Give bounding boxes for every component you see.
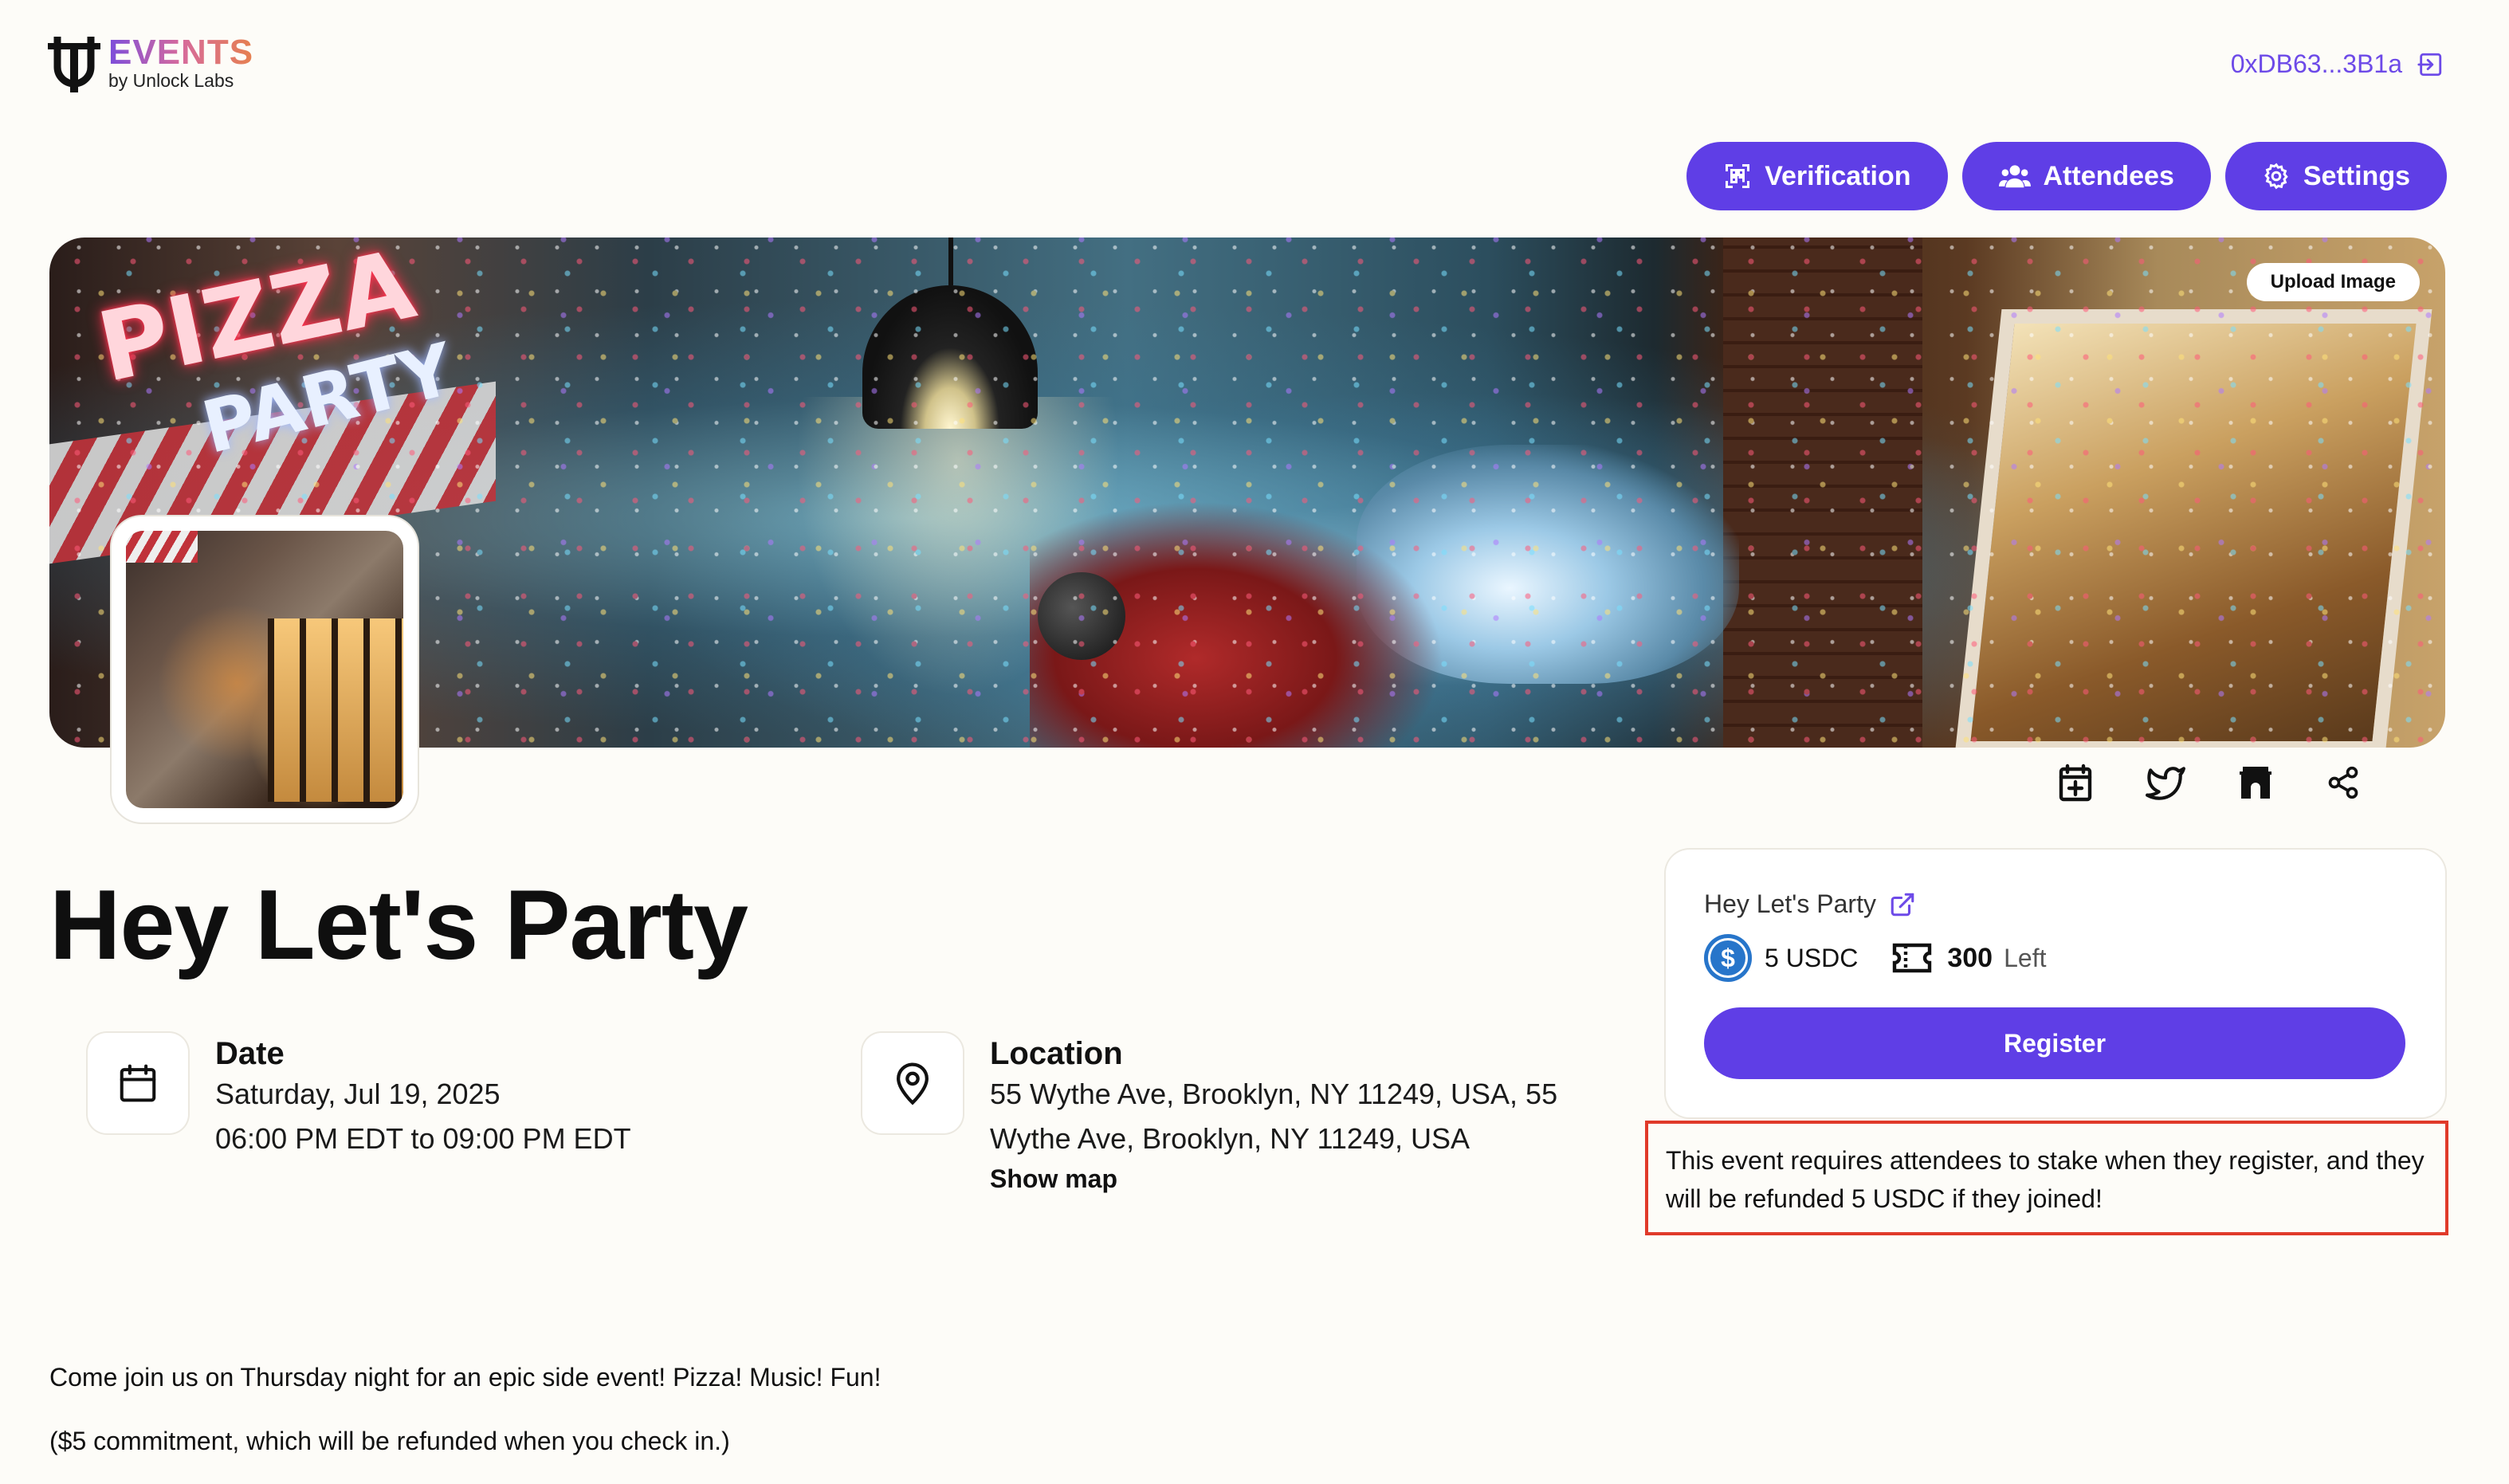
share-farcaster-button[interactable] (2236, 764, 2275, 802)
app-logo[interactable]: EVENTS by Unlock Labs (48, 35, 253, 92)
settings-label: Settings (2303, 160, 2410, 191)
date-label: Date (215, 1036, 285, 1071)
wallet-address: 0xDB63...3B1a (2230, 49, 2402, 78)
location-label: Location (990, 1036, 1123, 1071)
qr-scan-icon (1726, 164, 1750, 188)
event-actions (2056, 764, 2361, 802)
twitter-icon (2146, 767, 2185, 800)
settings-button[interactable]: Settings (2224, 142, 2447, 210)
event-title: Hey Let's Party (49, 870, 748, 980)
farcaster-icon (2240, 767, 2271, 799)
logo-title: EVENTS (108, 33, 254, 72)
tickets-remaining: 300 (1947, 942, 1993, 973)
add-to-calendar-button[interactable] (2056, 764, 2095, 802)
stake-refund-notice: This event requires attendees to stake w… (1645, 1121, 2448, 1235)
verification-button[interactable]: Verification (1686, 142, 1948, 210)
share-icon (2328, 766, 2358, 799)
show-map-link[interactable]: Show map (990, 1164, 1557, 1194)
logout-icon (2417, 53, 2442, 76)
gear-icon (2264, 163, 2288, 190)
logo-subtitle: by Unlock Labs (108, 70, 234, 91)
tickets-remaining-label: Left (2004, 943, 2047, 972)
time-value: 06:00 PM EDT to 09:00 PM EDT (215, 1122, 631, 1155)
verification-label: Verification (1765, 160, 1911, 191)
ticket-price: 5 USDC (1765, 943, 1859, 972)
ticket-name: Hey Let's Party (1704, 889, 1876, 918)
calendar-icon (120, 1064, 156, 1102)
users-icon (1998, 165, 2031, 188)
attendees-button[interactable]: Attendees (1961, 142, 2211, 210)
attendees-label: Attendees (2043, 160, 2174, 191)
event-thumbnail (112, 516, 418, 822)
description-line-1: Come join us on Thursday night for an ep… (49, 1363, 881, 1392)
event-toolbar: Verification Attendees Settings (1686, 142, 2447, 210)
description-line-2: ($5 commitment, which will be refunded w… (49, 1427, 730, 1455)
ticket-icon (1893, 943, 1932, 973)
event-location-block: Location 55 Wythe Ave, Brooklyn, NY 1124… (862, 1033, 1557, 1194)
event-date-block: Date Saturday, Jul 19, 2025 06:00 PM EDT… (88, 1033, 631, 1161)
upload-image-button[interactable]: Upload Image (2246, 263, 2420, 301)
ticket-meta: $ 5 USDC 300 Left (1704, 934, 2046, 982)
share-twitter-button[interactable] (2146, 764, 2185, 802)
external-link-icon (1891, 893, 1914, 916)
location-line-1: 55 Wythe Ave, Brooklyn, NY 11249, USA, 5… (990, 1078, 1558, 1110)
event-thumbnail-image (126, 531, 403, 808)
date-value: Saturday, Jul 19, 2025 (215, 1078, 501, 1110)
calendar-add-icon (2059, 764, 2092, 802)
logo-mark-icon (48, 35, 100, 92)
usdc-coin-icon: $ (1704, 934, 1752, 982)
register-button[interactable]: Register (1704, 1007, 2405, 1079)
share-button[interactable] (2326, 764, 2361, 802)
ticket-card: Hey Let's Party $ 5 USDC 300 Left Regist… (1666, 850, 2445, 1117)
wallet-address-button[interactable]: 0xDB63...3B1a (2231, 49, 2444, 79)
location-line-2: Wythe Ave, Brooklyn, NY 11249, USA (990, 1122, 1470, 1155)
ticket-name-link[interactable]: Hey Let's Party (1704, 889, 1916, 919)
map-pin-icon (897, 1062, 929, 1105)
